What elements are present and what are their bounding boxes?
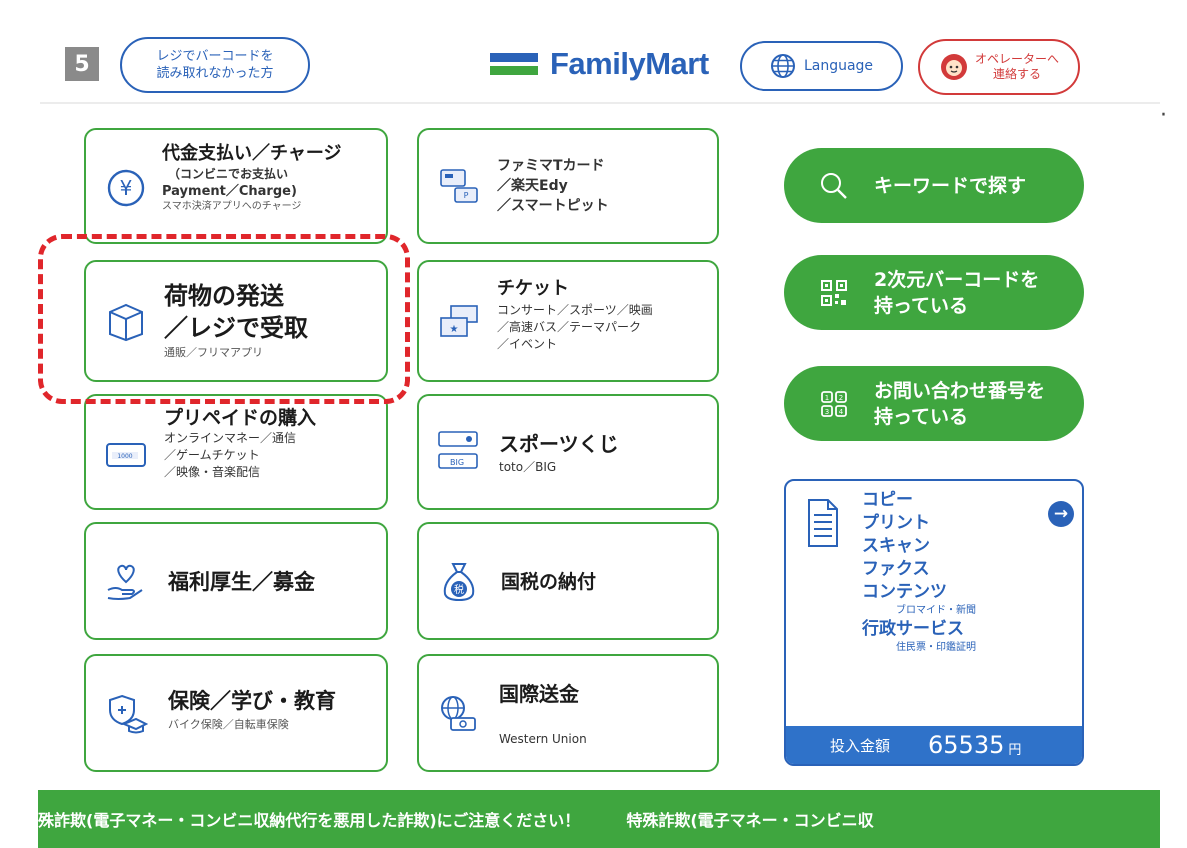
payment-title: 代金支払い／チャージ (162, 143, 342, 164)
qr-code-button[interactable]: 2次元バーコードを 持っている (784, 255, 1084, 330)
barcode-help-line1: レジでバーコードを (156, 49, 274, 64)
qr-code-line1: 2次元バーコードを (874, 268, 1040, 291)
copy-print-panel[interactable]: → コピー プリント スキャン ファクス コンテンツ ブロマイド・新聞 行政サー… (784, 479, 1084, 766)
logo-mark-icon (490, 53, 538, 75)
kiosk-screen: 5 レジでバーコードを 読み取れなかった方 FamilyMart Languag… (0, 0, 1187, 848)
keyword-search-label: キーワードで探す (874, 174, 1027, 197)
deposit-amount-bar: 投入金額 65535 円 (786, 726, 1082, 764)
ticker-text-2: 特殊詐欺(電子マネー・コンビニ収 (626, 811, 874, 830)
contents-sub: ブロマイド・新聞 (896, 605, 976, 616)
welfare-title: 福利厚生／募金 (168, 570, 315, 594)
fraud-warning-ticker: 殊詐欺(電子マネー・コンビニ収納代行を悪用した詐欺)にご注意ください！ 特殊詐欺… (38, 790, 1160, 848)
number-grid-icon: 1 2 3 4 (814, 390, 854, 417)
stray-dot: · (1160, 103, 1167, 128)
famima-line1: ファミマTカード (497, 158, 605, 174)
document-icon (806, 497, 840, 553)
operator-avatar-icon (940, 54, 967, 80)
tile-sports-lottery[interactable]: BIG スポーツくじ toto／BIG (417, 394, 719, 510)
copy-item-scan: スキャン (862, 536, 930, 556)
sports-lottery-sub: toto／BIG (499, 460, 557, 474)
operator-line1: オペレーターへ (974, 52, 1059, 66)
language-button[interactable]: Language (740, 41, 903, 91)
tile-prepaid[interactable]: 1000 プリペイドの購入 オンラインマネー／通信 ／ゲームチケット ／映像・音… (84, 394, 388, 510)
qr-code-icon (814, 279, 854, 306)
logo-text: FamilyMart (550, 46, 709, 81)
shield-cap-icon (104, 690, 148, 736)
prepaid-card-icon: 1000 (104, 440, 148, 470)
famima-line2: ／楽天Edy (497, 178, 568, 194)
barcode-help-button[interactable]: レジでバーコードを 読み取れなかった方 (120, 37, 310, 93)
sports-lottery-title: スポーツくじ (499, 432, 619, 456)
tile-national-tax[interactable]: 税 国税の納付 (417, 522, 719, 640)
language-label: Language (803, 58, 874, 74)
copy-item-print: プリント (862, 513, 930, 533)
insurance-sub: バイク保険／自転車保険 (168, 718, 289, 731)
ticker-text-1: 殊詐欺(電子マネー・コンビニ収納代行を悪用した詐欺)にご注意ください！ (38, 811, 581, 830)
globe-icon (770, 54, 795, 78)
lottery-ticket-icon: BIG (435, 426, 481, 476)
tile-insurance[interactable]: 保険／学び・教育 バイク保険／自転車保険 (84, 654, 388, 772)
qr-code-line2: 持っている (874, 294, 969, 317)
globe-money-icon (435, 690, 481, 736)
tile-payment[interactable]: ¥ 代金支払い／チャージ （コンビニでお支払い Payment／Charge) … (84, 128, 388, 244)
operator-button[interactable]: オペレーターへ 連絡する (918, 39, 1080, 95)
deposit-value: 65535 (928, 731, 1005, 759)
famima-line3: ／スマートピット (497, 198, 609, 214)
header-divider (40, 102, 1160, 104)
gov-sub: 住民票・印鑑証明 (896, 642, 976, 653)
svg-text:P: P (464, 191, 469, 200)
payment-sub1: （コンビニでお支払い (168, 167, 289, 181)
inquiry-line1: お問い合わせ番号を (874, 379, 1046, 402)
copy-item-copy: コピー (862, 490, 913, 510)
ticket-sub2: ／高速バス／テーマパーク (497, 320, 642, 334)
inquiry-line2: 持っている (874, 405, 969, 428)
highlight-dashed-box (38, 234, 410, 404)
tile-remittance[interactable]: 国際送金 Western Union (417, 654, 719, 772)
remittance-sub: Western Union (499, 732, 587, 746)
prepaid-sub1: オンラインマネー／通信 (164, 431, 297, 445)
cards-icon: P (437, 164, 481, 208)
operator-line2: 連絡する (992, 67, 1041, 81)
svg-text:2: 2 (839, 394, 843, 402)
tile-welfare[interactable]: 福利厚生／募金 (84, 522, 388, 640)
svg-text:4: 4 (839, 408, 844, 416)
keyword-search-button[interactable]: キーワードで探す (784, 148, 1084, 223)
search-icon (814, 171, 854, 201)
inquiry-number-button[interactable]: 1 2 3 4 お問い合わせ番号を 持っている (784, 366, 1084, 441)
svg-text:1: 1 (825, 394, 829, 402)
svg-text:¥: ¥ (120, 176, 133, 200)
prepaid-sub3: ／映像・音楽配信 (164, 465, 261, 479)
deposit-label: 投入金額 (830, 736, 891, 755)
deposit-unit: 円 (1008, 742, 1022, 758)
tile-famima-card[interactable]: P ファミマTカード ／楽天Edy ／スマートピット (417, 128, 719, 244)
yen-icon: ¥ (106, 168, 146, 208)
prepaid-title: プリペイドの購入 (164, 407, 317, 429)
svg-text:BIG: BIG (450, 458, 464, 467)
gov-service: 行政サービス (862, 619, 964, 639)
tile-ticket[interactable]: ★ チケット コンサート／スポーツ／映画 ／高速バス／テーマパーク ／イベント (417, 260, 719, 382)
page-number: 5 (65, 47, 99, 81)
insurance-title: 保険／学び・教育 (168, 689, 336, 713)
prepaid-sub2: ／ゲームチケット (164, 448, 260, 462)
svg-text:3: 3 (825, 408, 829, 416)
ticket-title: チケット (497, 278, 569, 299)
barcode-help-line2: 読み取れなかった方 (156, 66, 274, 81)
ticket-sub3: ／イベント (497, 337, 558, 351)
copy-item-contents: コンテンツ (862, 582, 947, 602)
arrow-right-icon: → (1048, 501, 1074, 527)
national-tax-title: 国税の納付 (501, 571, 597, 593)
ticket-sub1: コンサート／スポーツ／映画 (497, 303, 653, 317)
familymart-logo: FamilyMart (490, 44, 709, 84)
tax-bag-icon: 税 (437, 558, 481, 604)
heart-hand-icon (104, 560, 148, 604)
copy-item-fax: ファクス (862, 559, 930, 579)
svg-text:★: ★ (450, 324, 459, 335)
payment-sub3: スマホ決済アプリへのチャージ (162, 201, 302, 212)
remittance-title: 国際送金 (499, 682, 579, 706)
svg-text:税: 税 (454, 583, 464, 596)
ticket-icon: ★ (437, 302, 481, 342)
payment-sub2: Payment／Charge) (162, 184, 297, 199)
svg-text:1000: 1000 (117, 453, 132, 460)
